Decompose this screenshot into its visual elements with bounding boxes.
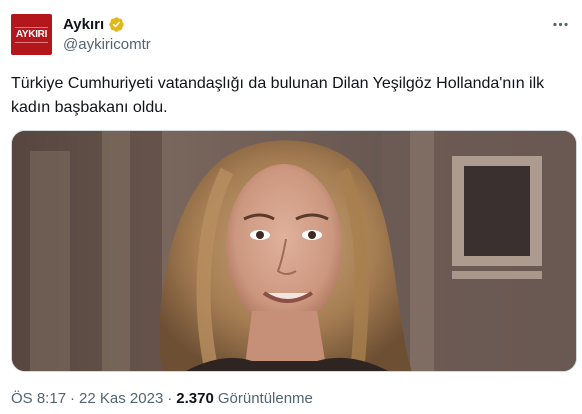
tweet-time[interactable]: ÖS 8:17: [11, 390, 66, 407]
tweet-date[interactable]: 22 Kas 2023: [79, 390, 163, 407]
meta-separator: ·: [70, 390, 76, 407]
avatar-logo-text: AYKIRI: [14, 26, 49, 43]
tweet-text: Türkiye Cumhuriyeti vatandaşlığı da bulu…: [11, 75, 545, 116]
avatar[interactable]: AYKIRI: [11, 14, 52, 55]
tweet-card: AYKIRI Aykırı @aykiricomtr Türkiye Cumhu…: [0, 0, 582, 414]
more-options-icon[interactable]: [548, 12, 572, 36]
views-label: Görüntülenme: [217, 390, 313, 407]
views-count: 2.370: [176, 390, 214, 407]
tweet-meta: ÖS 8:17 · 22 Kas 2023 · 2.370 Görüntülen…: [11, 390, 313, 407]
portrait-photo-illustration: [12, 131, 576, 371]
tweet-photo[interactable]: [11, 130, 577, 372]
meta-separator: ·: [167, 390, 173, 407]
author-handle[interactable]: @aykiricomtr: [63, 36, 151, 53]
author-display-name[interactable]: Aykırı: [63, 16, 104, 33]
author-name-row: Aykırı: [63, 14, 125, 34]
verified-badge-icon: [108, 16, 125, 33]
